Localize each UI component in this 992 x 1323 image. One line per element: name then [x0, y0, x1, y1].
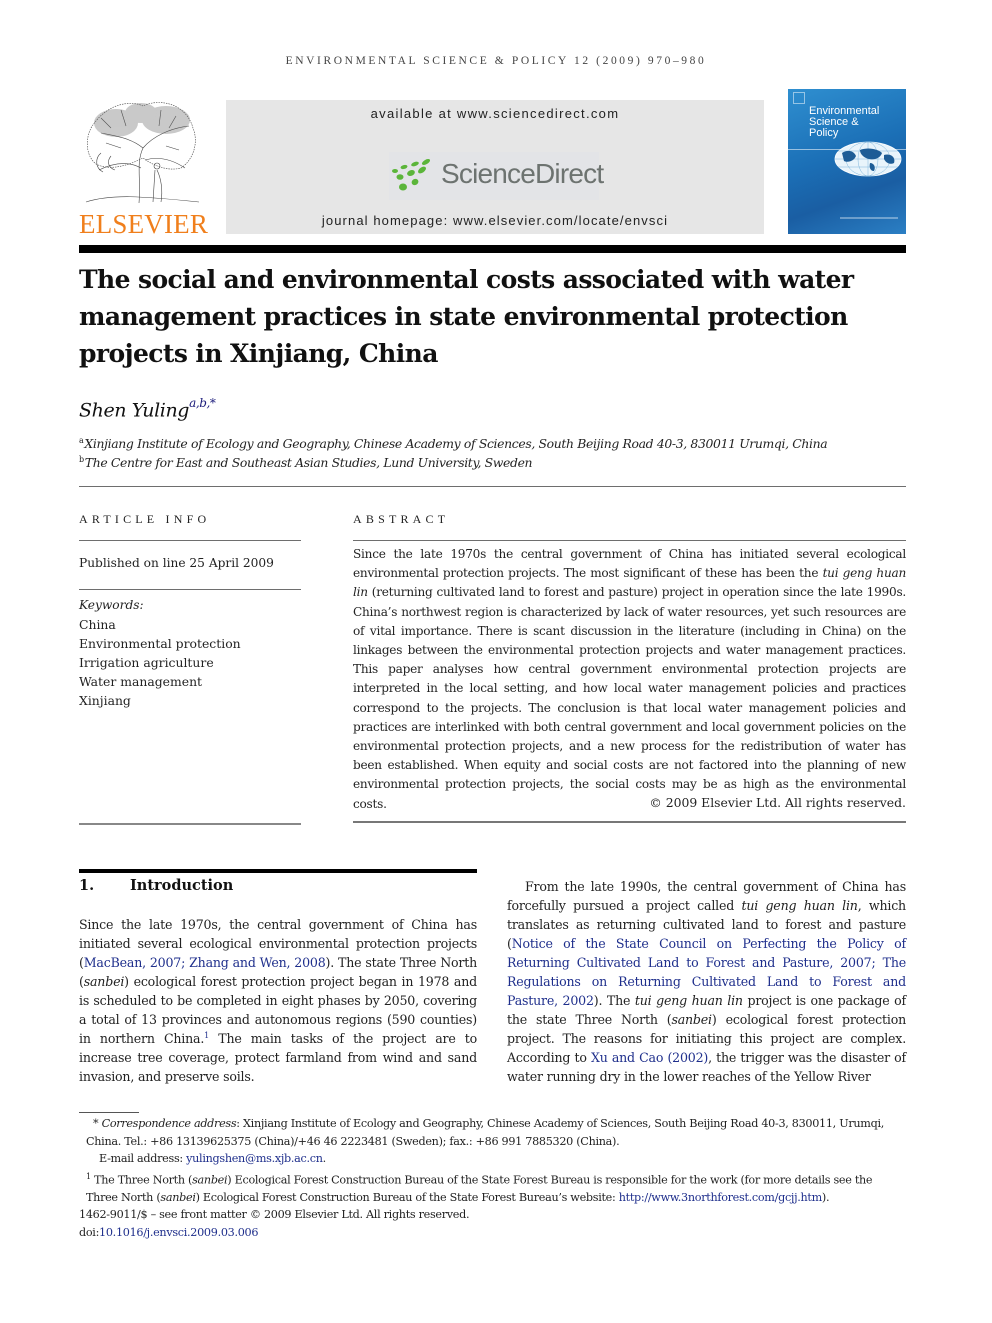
keywords-label: Keywords: [79, 598, 144, 612]
keyword-item: Xinjiang [79, 693, 131, 708]
doi-link[interactable]: 10.1016/j.envsci.2009.03.006 [99, 1226, 258, 1239]
article-info-divider [79, 540, 301, 541]
section-rule [79, 869, 477, 873]
journal-homepage-link[interactable]: journal homepage: www.elsevier.com/locat… [226, 213, 764, 228]
website-link[interactable]: http://www.3northforest.com/gcjj.htm [619, 1191, 822, 1204]
author: Shen Yulinga,b,* [79, 396, 216, 422]
affiliation-b: bThe Centre for East and Southeast Asian… [79, 455, 533, 471]
keyword-item: Irrigation agriculture [79, 655, 214, 670]
available-at-link[interactable]: available at www.sciencedirect.com [226, 106, 764, 121]
keyword-item: Environmental protection [79, 636, 241, 651]
abstract-text: Since the late 1970s the central governm… [353, 547, 906, 811]
article-info-bottom-rule [79, 823, 301, 825]
elsevier-tree-icon [85, 102, 200, 204]
cover-footer-line [840, 217, 898, 219]
introduction-paragraph-2: From the late 1990s, the central governm… [507, 879, 906, 1084]
abstract-bottom-rule [353, 821, 906, 823]
article-title: The social and environmental costs assoc… [79, 265, 854, 368]
running-head: ENVIRONMENTAL SCIENCE & POLICY 12 (2009)… [285, 55, 707, 67]
abstract-divider [353, 540, 906, 541]
citation-link[interactable]: MacBean, 2007; Zhang and Wen, 2008 [84, 955, 326, 970]
section-heading-introduction: 1. Introduction [79, 877, 234, 894]
front-matter: 1462-9011/$ – see front matter © 2009 El… [79, 1208, 470, 1222]
affiliation-divider [79, 486, 906, 487]
email-footnote: E-mail address: yulingshen@ms.xjb.ac.cn. [99, 1152, 326, 1165]
keyword-item: China [79, 617, 116, 632]
footnote-rule [79, 1112, 139, 1113]
footnote-1: 1 The Three North (sanbei) Ecological Fo… [86, 1171, 873, 1204]
cover-title: Environmental Science & Policy [809, 105, 880, 139]
introduction-paragraph-1: Since the late 1970s, the central govern… [79, 917, 477, 1084]
sciencedirect-logo[interactable]: ScienceDirect [389, 152, 604, 200]
header-rule [79, 245, 906, 253]
correspondence-footnote: * Correspondence address: Xinjiang Insti… [86, 1117, 884, 1148]
keyword-item: Water management [79, 674, 203, 689]
sciencedirect-dots-icon [392, 159, 431, 191]
elsevier-logo[interactable]: ELSEVIER [79, 98, 209, 239]
affiliation-a: aXinjiang Institute of Ecology and Geogr… [79, 436, 828, 452]
published-date: Published on line 25 April 2009 [79, 556, 274, 570]
elsevier-wordmark: ELSEVIER [79, 209, 209, 239]
keywords-list: China Environmental protection Irrigatio… [79, 615, 241, 710]
doi: doi:10.1016/j.envsci.2009.03.006 [79, 1225, 259, 1239]
journal-cover[interactable]: Environmental Science & Policy [788, 89, 906, 234]
sciencedirect-banner: available at www.sciencedirect.com Scien… [226, 100, 764, 234]
author-affiliation-marks[interactable]: a,b,* [189, 396, 216, 410]
citation-link[interactable]: Xu and Cao (2002) [591, 1050, 708, 1065]
email-link[interactable]: yulingshen@ms.xjb.ac.cn [186, 1152, 323, 1165]
abstract-heading: ABSTRACT [353, 512, 450, 526]
footnotes: * Correspondence address: Xinjiang Insti… [79, 1115, 906, 1241]
author-name: Shen Yuling [79, 399, 190, 422]
abstract-copyright: © 2009 Elsevier Ltd. All rights reserved… [649, 795, 906, 810]
globe-icon [834, 141, 902, 177]
sciencedirect-wordmark: ScienceDirect [441, 158, 604, 189]
published-divider [79, 589, 301, 590]
cover-emblem-icon [793, 92, 805, 104]
article-info-heading: ARTICLE INFO [79, 512, 211, 526]
